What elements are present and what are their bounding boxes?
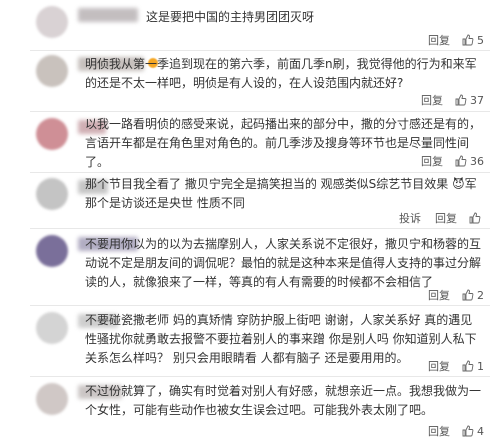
thumbs-up-icon <box>462 360 474 372</box>
comment-item: 不要碰瓷撒老师 妈的真矫情 穿防护服上街吧 谢谢，人家关系好 真的遇见性骚扰你就… <box>0 306 500 376</box>
comment-text: 这是要把中国的主持男团团灭呀 <box>146 10 315 24</box>
thumbs-up-icon <box>469 212 481 224</box>
avatar[interactable] <box>36 235 68 267</box>
like-count: 36 <box>470 154 484 168</box>
username[interactable] <box>78 8 138 22</box>
comment-text: 那个节目我全看了 撒贝宁完全是搞笑担当的 观感类似S综艺节目效果 😈军那个是访谈… <box>85 177 477 210</box>
thumbs-up-icon <box>455 155 467 167</box>
comment-actions: 回复 36 <box>421 153 484 169</box>
like-count: 1 <box>477 359 484 373</box>
comment-item: 以我一路看明侦的感受来说，起码播出来的部分中，撒的分寸感还是有的，言语开车都是在… <box>0 112 500 172</box>
like-button[interactable]: 5 <box>462 34 484 47</box>
comment-text: 明侦我从第一季追到现在的第六季，前面几季n刷，我觉得他的行为和来军的还是不太一样… <box>85 57 477 90</box>
comment-text: 不过份就算了，确实有时觉着对别人有好感，就想亲近一点。我想我做为一个女性，可能有… <box>85 384 482 417</box>
avatar[interactable] <box>36 178 68 210</box>
comment-item: 这是要把中国的主持男团团灭呀 回复 5 <box>0 0 500 50</box>
comment-item: 那个节目我全看了 撒贝宁完全是搞笑担当的 观感类似S综艺节目效果 😈军那个是访谈… <box>0 173 500 228</box>
thumbs-up-icon <box>455 94 467 106</box>
reply-button[interactable]: 回复 <box>428 358 450 374</box>
avatar[interactable] <box>36 312 68 344</box>
reply-button[interactable]: 回复 <box>428 32 450 48</box>
reply-button[interactable]: 回复 <box>421 92 443 108</box>
avatar[interactable] <box>36 383 68 415</box>
comment-item: 明侦我从第一季追到现在的第六季，前面几季n刷，我觉得他的行为和来军的还是不太一样… <box>0 51 500 111</box>
comment-actions: 投诉 回复 <box>399 210 484 226</box>
comment-item: 不过份就算了，确实有时觉着对别人有好感，就想亲近一点。我想我做为一个女性，可能有… <box>0 377 500 442</box>
avatar[interactable] <box>36 118 68 150</box>
thumbs-up-icon <box>462 425 474 437</box>
like-count: 37 <box>470 93 484 107</box>
comment-actions: 回复 37 <box>421 92 484 108</box>
reply-button[interactable]: 回复 <box>421 153 443 169</box>
like-button[interactable]: 1 <box>462 360 484 373</box>
comment-text: 不要碰瓷撒老师 妈的真矫情 穿防护服上街吧 谢谢，人家关系好 真的遇见性骚扰你就… <box>85 313 477 365</box>
comment-actions: 回复 1 <box>428 358 484 374</box>
like-count: 4 <box>477 424 484 438</box>
like-button[interactable] <box>469 212 484 224</box>
reply-button[interactable]: 回复 <box>435 210 457 226</box>
like-button[interactable]: 37 <box>455 94 484 107</box>
like-count: 5 <box>477 33 484 47</box>
report-button[interactable]: 投诉 <box>399 210 421 226</box>
comment-actions: 回复 2 <box>428 287 484 303</box>
thumbs-up-icon <box>462 289 474 301</box>
thumbs-up-icon <box>462 34 474 46</box>
reply-button[interactable]: 回复 <box>428 287 450 303</box>
like-button[interactable]: 2 <box>462 289 484 302</box>
avatar[interactable] <box>36 55 68 87</box>
like-button[interactable]: 4 <box>462 425 484 438</box>
comment-actions: 回复 5 <box>428 32 484 48</box>
like-count: 2 <box>477 288 484 302</box>
avatar[interactable] <box>36 6 68 38</box>
comment-item: 不要用你以为的以为去揣摩别人，人家关系说不定很好，撒贝宁和杨蓉的互动说不定是朋友… <box>0 229 500 305</box>
reply-button[interactable]: 回复 <box>428 423 450 439</box>
comment-text: 不要用你以为的以为去揣摩别人，人家关系说不定很好，撒贝宁和杨蓉的互动说不定是朋友… <box>85 237 482 289</box>
like-button[interactable]: 36 <box>455 155 484 168</box>
comment-actions: 回复 4 <box>428 423 484 439</box>
